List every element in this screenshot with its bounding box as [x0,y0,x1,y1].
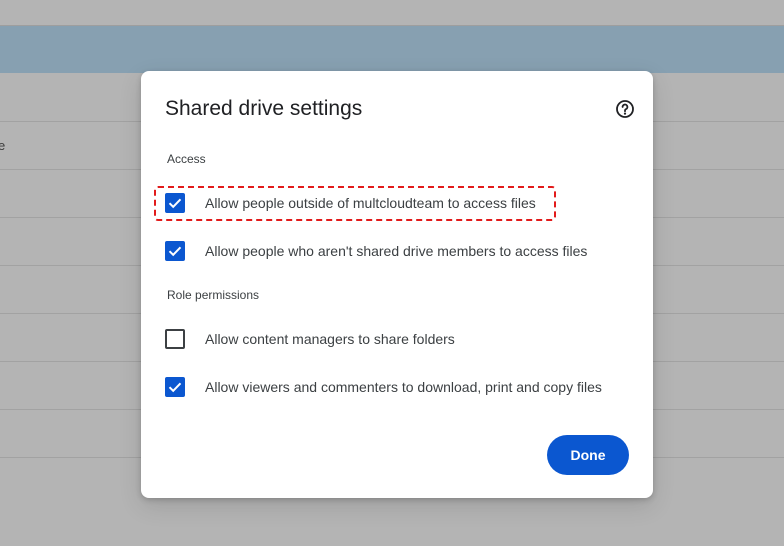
shared-drive-settings-dialog: Shared drive settings Access Allow peopl… [141,71,653,498]
option-viewers-download[interactable]: Allow viewers and commenters to download… [165,372,602,402]
option-allow-outside-access[interactable]: Allow people outside of multcloudteam to… [165,188,536,218]
background-text-fragment: e [0,138,6,153]
option-label: Allow people outside of multcloudteam to… [205,195,536,211]
check-icon [168,198,182,209]
option-allow-non-members-access[interactable]: Allow people who aren't shared drive mem… [165,236,587,266]
check-icon [168,246,182,257]
section-label-access: Access [167,152,206,166]
dialog-title: Shared drive settings [165,97,363,120]
checkbox-unchecked[interactable] [165,329,185,349]
done-button[interactable]: Done [547,435,629,475]
checkbox-checked[interactable] [165,241,185,261]
option-label: Allow content managers to share folders [205,331,455,347]
option-content-managers-share[interactable]: Allow content managers to share folders [165,324,455,354]
background-header-bar [0,26,784,73]
checkbox-checked[interactable] [165,377,185,397]
help-icon[interactable] [615,99,635,119]
checkbox-checked[interactable] [165,193,185,213]
section-label-role-permissions: Role permissions [167,288,260,302]
option-label: Allow viewers and commenters to download… [205,379,602,395]
check-icon [168,382,182,393]
option-label: Allow people who aren't shared drive mem… [205,243,588,259]
